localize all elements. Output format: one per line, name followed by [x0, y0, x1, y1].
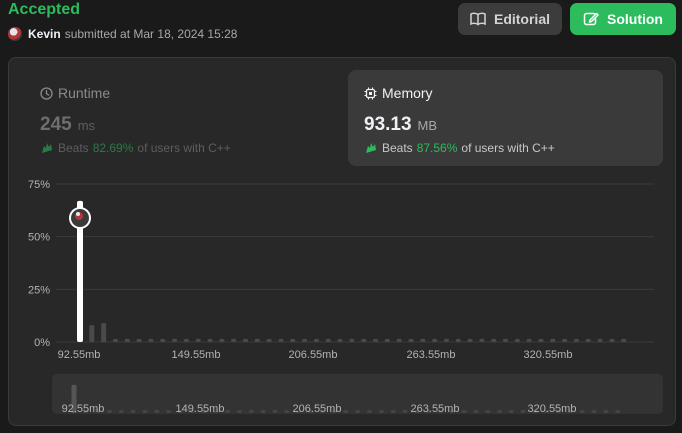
navigator-tick-label: 92.55mb: [62, 403, 105, 415]
navigator-bar: [485, 410, 491, 413]
distribution-bar[interactable]: [538, 338, 544, 342]
navigator-bar: [154, 410, 160, 413]
navigator-bar: [591, 410, 597, 413]
navigator-bar: [497, 410, 503, 413]
x-tick-label: 206.55mb: [289, 349, 338, 361]
distribution-bar[interactable]: [526, 338, 532, 342]
navigator-bar: [260, 410, 266, 413]
distribution-bar[interactable]: [550, 338, 556, 342]
distribution-bar[interactable]: [313, 338, 319, 342]
distribution-bar[interactable]: [420, 338, 426, 342]
avatar-marker-highlight: [76, 212, 80, 216]
navigator-bar: [402, 410, 408, 413]
distribution-bar[interactable]: [585, 338, 591, 342]
distribution-bar[interactable]: [160, 338, 166, 342]
distribution-bar[interactable]: [254, 338, 260, 342]
navigator-bar: [284, 410, 290, 413]
distribution-bar[interactable]: [290, 338, 296, 342]
x-tick-label: 263.55mb: [407, 349, 456, 361]
distribution-bar[interactable]: [195, 338, 201, 342]
distribution-bar[interactable]: [337, 338, 343, 342]
distribution-bar[interactable]: [443, 338, 449, 342]
navigator-bar: [615, 410, 621, 413]
distribution-bar[interactable]: [325, 338, 331, 342]
navigator-bar: [508, 410, 514, 413]
navigator-bar: [118, 410, 124, 413]
distribution-bar[interactable]: [207, 338, 213, 342]
navigator-bar: [236, 410, 242, 413]
navigator-bar: [473, 410, 479, 413]
x-tick-label: 320.55mb: [524, 349, 573, 361]
navigator-bar: [142, 410, 148, 413]
navigator-bar: [520, 410, 526, 413]
distribution-bar[interactable]: [148, 338, 154, 342]
distribution-bar[interactable]: [172, 338, 178, 342]
navigator-tick-label: 206.55mb: [293, 403, 342, 415]
navigator-bar: [166, 410, 172, 413]
distribution-bar[interactable]: [219, 338, 225, 342]
distribution-bar[interactable]: [373, 338, 378, 342]
navigator-bar: [367, 410, 372, 413]
distribution-bar[interactable]: [562, 338, 568, 342]
y-tick-label: 0%: [34, 337, 50, 349]
distribution-bar[interactable]: [609, 338, 615, 342]
distribution-bar[interactable]: [384, 338, 390, 342]
distribution-bar[interactable]: [124, 338, 130, 342]
navigator-tick-label: 263.55mb: [411, 403, 460, 415]
distribution-bar[interactable]: [432, 338, 438, 342]
y-tick-label: 50%: [28, 232, 50, 244]
distribution-bar[interactable]: [503, 338, 509, 342]
navigator-bar: [106, 410, 112, 413]
navigator-tick-label: 149.55mb: [176, 403, 225, 415]
distribution-bar[interactable]: [597, 338, 603, 342]
navigator-bar: [130, 410, 136, 413]
distribution-bar[interactable]: [302, 338, 308, 342]
distribution-bar[interactable]: [242, 338, 248, 342]
navigator-bar: [225, 410, 231, 413]
distribution-bar[interactable]: [349, 338, 355, 342]
distribution-bar[interactable]: [621, 338, 627, 342]
distribution-bar[interactable]: [455, 338, 461, 342]
distribution-bar[interactable]: [467, 338, 473, 342]
navigator-bar: [378, 410, 384, 413]
distribution-bar[interactable]: [408, 338, 414, 342]
distribution-bar[interactable]: [183, 338, 189, 342]
navigator-bar: [579, 410, 585, 413]
navigator-bar: [343, 410, 349, 413]
distribution-bar[interactable]: [89, 325, 95, 342]
navigator-bar: [390, 410, 396, 413]
distribution-bar[interactable]: [361, 338, 367, 342]
navigator-bar: [272, 410, 278, 413]
x-tick-label: 149.55mb: [172, 349, 221, 361]
distribution-bar[interactable]: [396, 338, 402, 342]
distribution-bar[interactable]: [112, 338, 118, 342]
distribution-bar[interactable]: [514, 338, 520, 342]
distribution-bar[interactable]: [573, 338, 579, 342]
navigator-bar: [355, 410, 361, 413]
distribution-bar[interactable]: [101, 323, 107, 342]
y-tick-label: 25%: [28, 284, 50, 296]
navigator-bar: [461, 410, 467, 413]
navigator-bar: [248, 410, 254, 413]
memory-distribution-chart[interactable]: 75% 50% 25% 0% 92.55mb 149.55mb 206.55mb 263.55…: [0, 0, 682, 433]
distribution-bar[interactable]: [231, 338, 237, 342]
distribution-bar[interactable]: [136, 338, 142, 342]
distribution-bar[interactable]: [491, 338, 497, 342]
navigator-bar: [603, 410, 609, 413]
y-tick-label: 75%: [28, 179, 50, 191]
distribution-bar[interactable]: [266, 338, 272, 342]
distribution-bar[interactable]: [479, 338, 485, 342]
navigator-tick-label: 320.55mb: [528, 403, 577, 415]
x-tick-label: 92.55mb: [58, 349, 101, 361]
distribution-bar[interactable]: [278, 338, 284, 342]
